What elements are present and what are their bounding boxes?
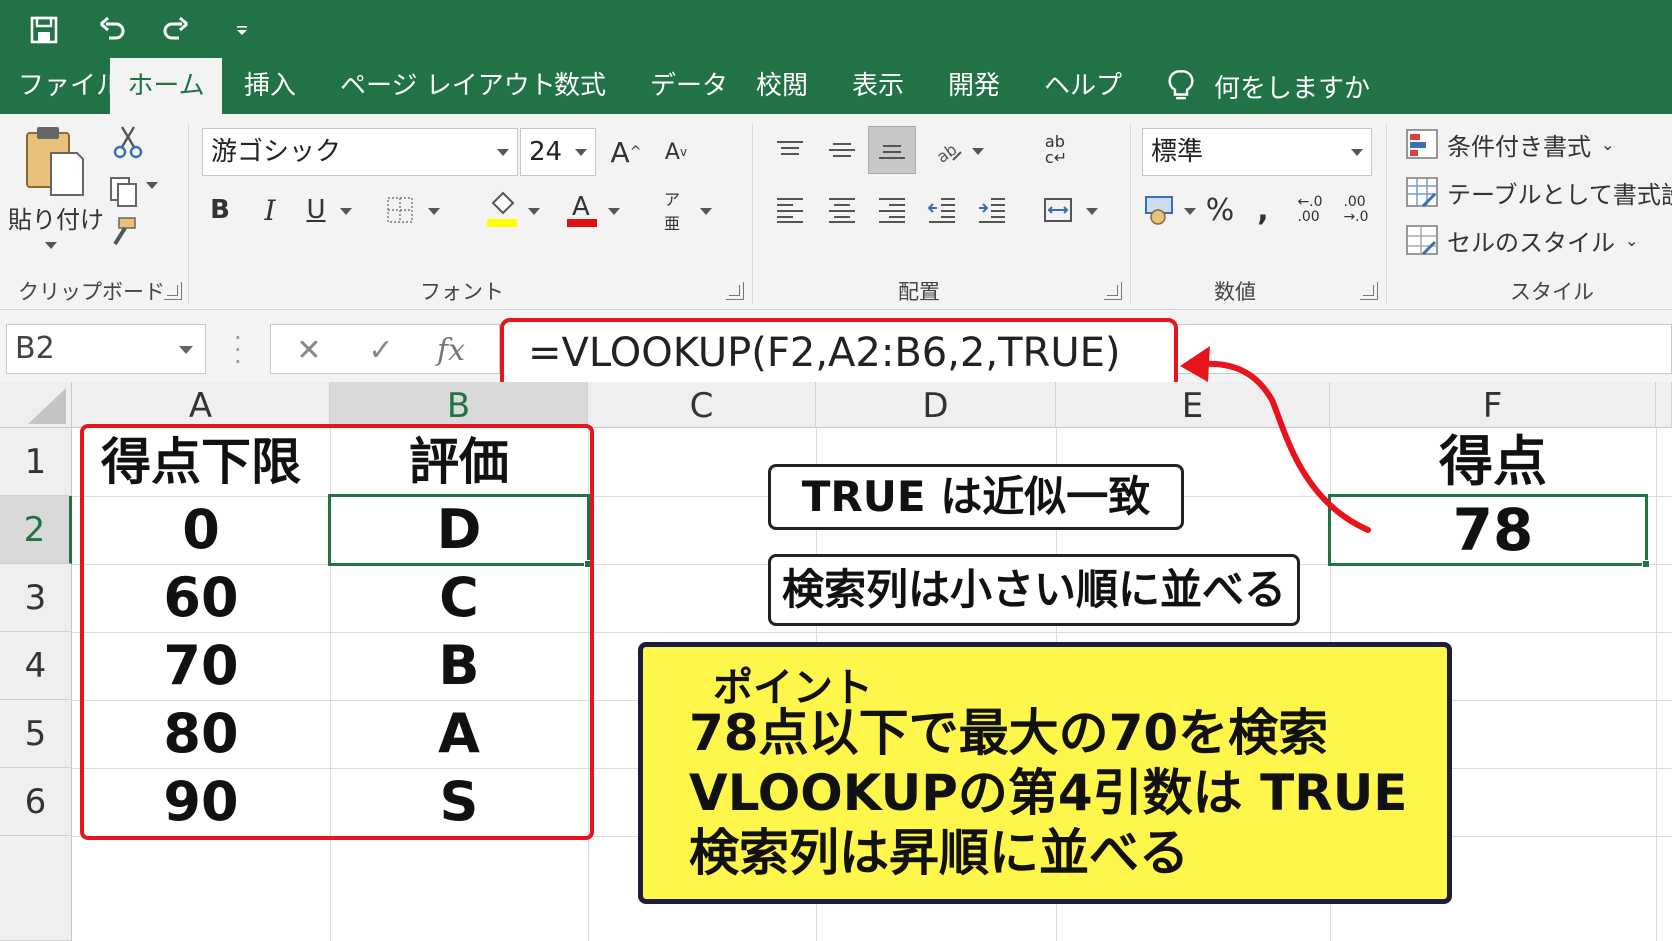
arrow-curve [1197, 360, 1371, 533]
excel-window: ファイル ホーム 挿入 ページ レイアウト 数式 データ 校閲 表示 開発 ヘル… [0, 0, 1672, 941]
arrow-head-icon [1180, 346, 1210, 382]
annotation-arrow [1180, 346, 1371, 533]
